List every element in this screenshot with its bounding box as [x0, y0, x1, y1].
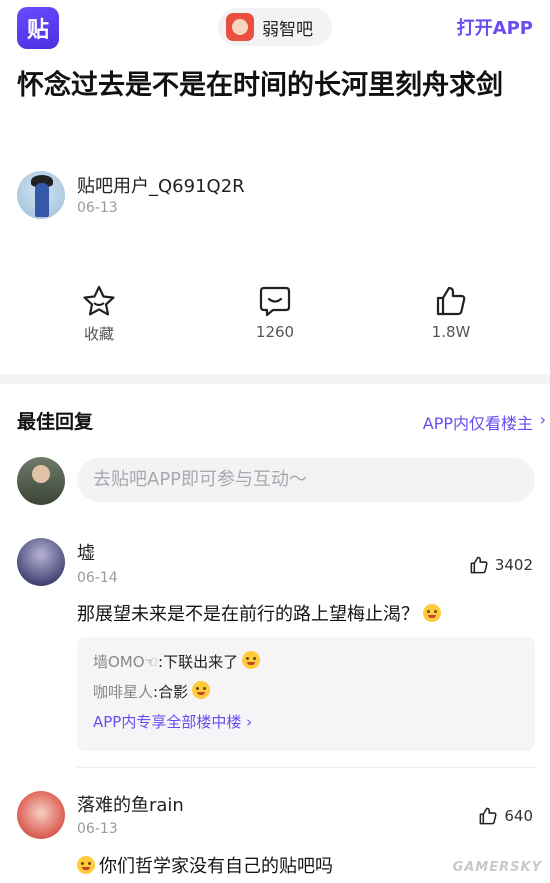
- more-sub-replies-link[interactable]: APP内专享全部楼中楼 ›: [93, 707, 519, 737]
- reply-like-button[interactable]: 3402: [469, 555, 533, 575]
- reply-text: 你们哲学家没有自己的贴吧吗: [77, 852, 333, 878]
- forum-name: 弱智吧: [262, 19, 313, 40]
- thumbs-up-icon: [470, 556, 488, 574]
- reply-avatar[interactable]: [17, 791, 65, 839]
- comment-input[interactable]: 去贴吧APP即可参与互动～: [77, 458, 535, 502]
- reply-author[interactable]: 落难的鱼rain: [77, 791, 184, 817]
- reply-like-count: 3402: [494, 556, 533, 574]
- like-button[interactable]: 1.8W: [401, 285, 501, 341]
- sub-reply-user: 咖啡星人: [93, 683, 154, 701]
- best-replies-title: 最佳回复: [17, 411, 94, 433]
- sub-reply[interactable]: 咖啡星人:合影: [93, 677, 519, 707]
- reply-avatar[interactable]: [17, 538, 65, 586]
- reply-text-content: 你们哲学家没有自己的贴吧吗: [99, 856, 333, 877]
- reply-date: 06-14: [77, 570, 118, 586]
- thumbs-up-icon: [436, 286, 466, 316]
- thumbs-up-icon: [479, 807, 497, 825]
- watermark: GAMERSKY: [452, 860, 542, 875]
- logo-text: 贴: [26, 18, 49, 43]
- author-name[interactable]: 贴吧用户_Q691Q2R: [77, 172, 245, 198]
- forum-pill[interactable]: 弱智吧: [218, 8, 332, 46]
- top-bar: 贴 弱智吧 打开APP: [0, 0, 550, 54]
- sub-reply-text: :合影: [153, 683, 189, 701]
- forum-avatar-icon: [226, 13, 254, 41]
- favorite-button[interactable]: 收藏: [49, 285, 149, 344]
- like-count: 1.8W: [431, 323, 471, 341]
- post-date: 06-13: [77, 200, 118, 216]
- reply-divider: [77, 767, 535, 768]
- reply-date: 06-13: [77, 821, 118, 837]
- sub-reply-panel: 墙OMO☜:下联出来了 咖啡星人:合影 APP内专享全部楼中楼 ›: [77, 637, 535, 751]
- tieba-app-logo[interactable]: 贴: [17, 7, 59, 49]
- emoji-icon: [423, 604, 441, 622]
- current-user-avatar: [17, 457, 65, 505]
- sub-reply-text: :下联出来了: [158, 653, 239, 671]
- section-separator: [0, 374, 550, 384]
- author-avatar[interactable]: [17, 171, 65, 219]
- chevron-right-icon: ›: [539, 410, 546, 429]
- emoji-icon: [77, 856, 95, 874]
- sub-reply-user: 墙OMO☜: [93, 653, 159, 671]
- only-op-link[interactable]: APP内仅看楼主: [423, 410, 533, 434]
- post-actions: 收藏 1260 1.8W: [0, 285, 550, 345]
- sub-reply[interactable]: 墙OMO☜:下联出来了: [93, 647, 519, 677]
- reply-like-button[interactable]: 640: [478, 806, 533, 826]
- reply-like-count: 640: [504, 807, 533, 825]
- comment-button[interactable]: 1260: [225, 285, 325, 341]
- post-title: 怀念过去是不是在时间的长河里刻舟求剑: [17, 70, 503, 101]
- star-icon: [83, 285, 115, 316]
- reply-text-content: 那展望未来是不是在前行的路上望梅止渴？: [77, 604, 419, 625]
- comment-icon: [259, 286, 291, 317]
- emoji-icon: [192, 681, 211, 699]
- reply-author[interactable]: 墟: [77, 539, 95, 565]
- comment-count: 1260: [255, 323, 295, 341]
- open-app-button[interactable]: 打开APP: [457, 14, 533, 40]
- emoji-icon: [242, 651, 261, 669]
- reply-text: 那展望未来是不是在前行的路上望梅止渴？: [77, 600, 441, 626]
- favorite-label: 收藏: [83, 325, 114, 343]
